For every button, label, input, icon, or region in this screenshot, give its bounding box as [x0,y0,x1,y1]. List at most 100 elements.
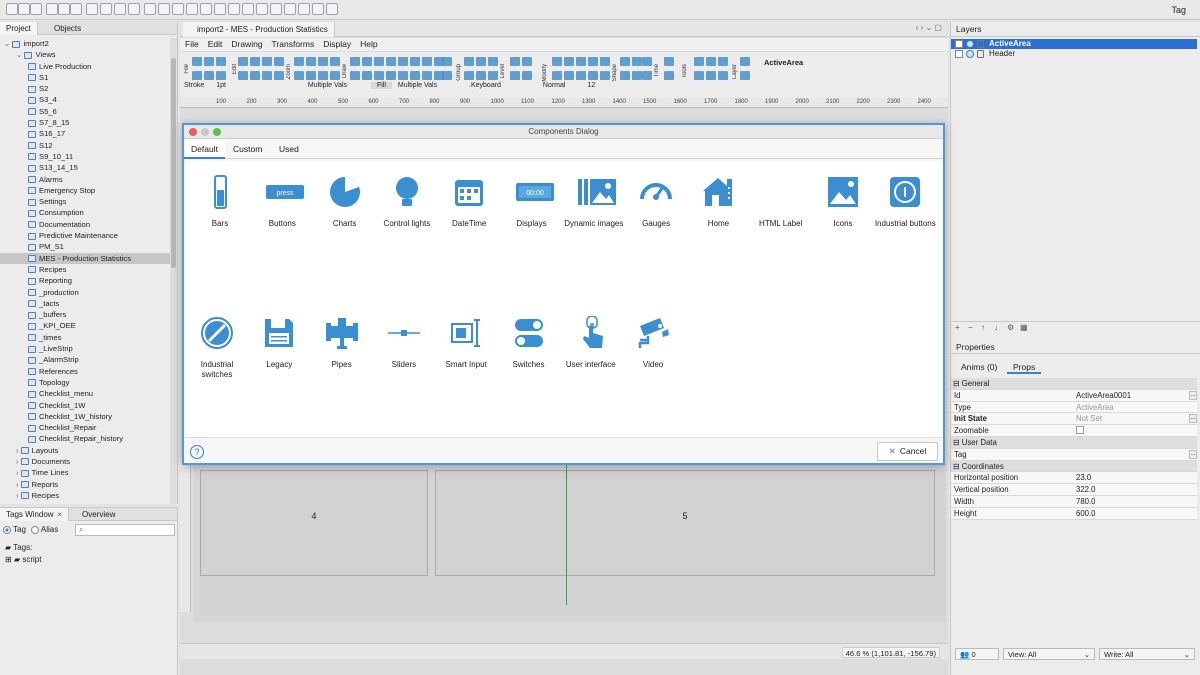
tool-icon[interactable] [362,71,372,80]
fill-select[interactable]: Multiple Vals [398,82,437,89]
tree-item[interactable]: S13_14_15 [0,162,170,173]
add-icon[interactable]: + [955,323,960,332]
tree-item[interactable]: S5_6 [0,106,170,117]
close-icon[interactable]: ✕ [57,512,63,519]
tree-item[interactable]: › Recipes [0,490,170,501]
tool-icon[interactable] [330,71,340,80]
cancel-button[interactable]: ✕ Cancel [877,442,938,461]
tab-nav-arrows-icon[interactable]: ‹ › ⌄ ▢ [916,23,942,32]
tool-icon[interactable] [664,71,674,80]
tool-icon[interactable] [576,57,586,66]
tree-scroll-thumb[interactable] [171,58,176,268]
property-value[interactable]: 600.0 [1076,508,1096,520]
tree-item[interactable]: _AlarmStrip [0,354,170,365]
tool-icon[interactable] [262,57,272,66]
tool-icon[interactable] [398,57,408,66]
component-charts[interactable]: Charts [314,175,376,229]
expand-icon[interactable]: › [16,468,21,477]
tree-item[interactable]: Alarms [0,174,170,185]
tool-icon[interactable] [250,57,260,66]
tool-icon[interactable] [694,57,704,66]
tree-item[interactable]: _tacts [0,298,170,309]
property-section[interactable]: ⊟ Coordinates [951,460,1197,473]
tool-icon[interactable] [522,57,532,66]
component-buttons[interactable]: press Buttons [251,175,313,229]
more-button[interactable]: ... [1189,390,1197,400]
component-bars[interactable]: Bars [189,175,251,229]
tool-icon[interactable] [706,71,716,80]
tool-icon[interactable] [694,71,704,80]
radio-alias[interactable]: Alias [30,525,58,534]
tool-icon[interactable] [274,57,284,66]
tool-icon[interactable] [238,57,248,66]
tool-icon[interactable] [718,71,728,80]
tool-icon[interactable] [422,71,432,80]
tree-item[interactable]: ⌄ import2 [0,38,170,49]
tool-icon[interactable] [386,71,396,80]
tool-icon[interactable] [588,57,598,66]
tool-icon[interactable] [362,57,372,66]
radio-alias-indicator[interactable] [30,525,39,534]
tab-default[interactable]: Default [184,139,225,159]
expand-icon[interactable]: › [16,480,21,489]
tree-item[interactable]: Live Production [0,61,170,72]
component-legacy[interactable]: Legacy [248,316,310,370]
tool-icon[interactable] [330,57,340,66]
property-value[interactable]: 322.0 [1076,484,1096,496]
expand-icon[interactable]: › [16,457,21,466]
property-section[interactable]: ⊟ General [951,378,1197,390]
tool-icon[interactable] [464,57,474,66]
tool-icon[interactable] [192,71,202,80]
tree-item[interactable]: Predictive Maintenance [0,230,170,241]
tree-item[interactable]: Emergency Stop [0,185,170,196]
tool-icon[interactable] [374,71,384,80]
tab-anims[interactable]: Anims (0) [955,360,1003,374]
font-size-select[interactable]: 12 [587,82,595,89]
fill-button[interactable]: Fill [371,82,392,89]
tree-item[interactable]: S12 [0,140,170,151]
toolbar-button[interactable] [270,3,282,15]
component-sliders[interactable]: Sliders [373,316,435,370]
users-count[interactable]: 👥 0 [955,648,999,660]
component-datetime[interactable]: DateTime [438,175,500,229]
expand-icon[interactable]: › [16,446,21,455]
tree-item[interactable]: MES - Production Statistics [0,252,170,264]
tree-item[interactable]: Checklist_Repair [0,422,170,433]
component-dynamic-images[interactable]: Dynamic images [563,175,625,229]
property-value[interactable]: Not Set [1076,413,1102,425]
toolbar-button[interactable] [172,3,184,15]
tags-tree-item[interactable]: ⊞ ▰ script [5,554,41,566]
tool-icon[interactable] [740,71,750,80]
tool-icon[interactable] [476,71,486,80]
toolbar-button[interactable] [46,3,58,15]
component-industrial-buttons[interactable]: Industrial buttons [874,175,936,229]
toolbar-button[interactable] [18,3,30,15]
tab-custom[interactable]: Custom [226,139,269,159]
radio-tag[interactable]: Tag [3,525,26,534]
toolbar-button[interactable] [228,3,240,15]
tool-icon[interactable] [442,57,452,66]
menu-transforms[interactable]: Transforms [272,38,315,51]
tool-icon[interactable] [318,57,328,66]
expand-icon[interactable]: ⌄ [16,50,24,59]
toolbar-button[interactable] [200,3,212,15]
component-industrial-switches[interactable]: Industrial switches [186,316,248,380]
tab-overview[interactable]: Overview [76,508,121,521]
property-value[interactable]: ActiveArea0001 [1076,390,1131,402]
tree-item[interactable]: › Reports [0,479,170,490]
remove-icon[interactable]: − [968,323,973,332]
tool-icon[interactable] [552,71,562,80]
tab-objects[interactable]: Objects [48,22,87,35]
toolbar-button[interactable] [114,3,126,15]
maximize-window-icon[interactable] [213,128,221,136]
tree-item[interactable]: Documentation [0,219,170,230]
tool-icon[interactable] [216,57,226,66]
canvas[interactable]: 4 5 [194,462,946,622]
menu-drawing[interactable]: Drawing [231,38,262,51]
font-select[interactable]: .Keyboard [469,82,501,89]
close-window-icon[interactable] [189,128,197,136]
tool-icon[interactable] [192,57,202,66]
layer-row[interactable]: Header [951,49,1197,59]
menu-help[interactable]: Help [360,38,377,51]
expand-icon[interactable]: ⊞ [5,555,14,564]
